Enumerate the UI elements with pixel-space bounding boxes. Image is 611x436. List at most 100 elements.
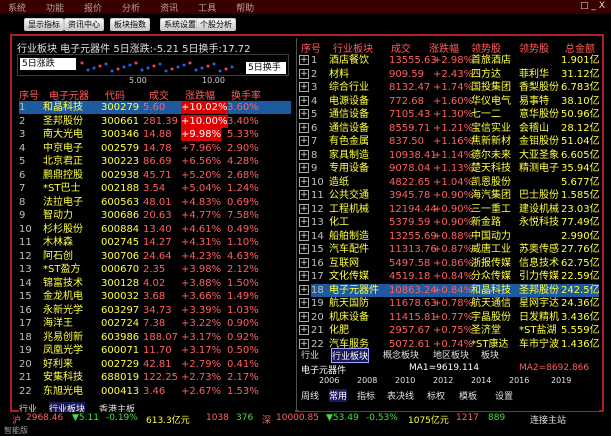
rtab-sector[interactable]: 板块 <box>481 348 499 361</box>
tab-rights[interactable]: 标权 <box>427 389 445 402</box>
expand-icon[interactable]: + <box>299 257 309 268</box>
expand-icon[interactable]: + <box>299 284 309 295</box>
expand-icon[interactable]: + <box>299 136 309 146</box>
rheader-lead2[interactable]: 领势股 <box>519 40 549 55</box>
table-row[interactable]: 7 *ST巴士 002188 3.54 +5.04% 1.24% <box>19 182 291 195</box>
table-row[interactable]: 15 汽车配件 11313.76 +0.87% 威唐工业 苏奥传感 27.76亿 <box>311 243 600 256</box>
expand-icon[interactable]: + <box>299 55 309 65</box>
tab-indicator[interactable]: 指标 <box>357 389 375 402</box>
expand-icon[interactable]: + <box>299 325 309 335</box>
table-row[interactable]: 13 *ST盈方 000670 2.35 +3.98% 2.12% <box>19 263 291 276</box>
rheader-vol[interactable]: 成交 <box>391 40 411 55</box>
table-row[interactable]: 20 机床设备 11415.81 +0.77% 宇晶股份 日发精机 3.436亿 <box>311 311 600 324</box>
table-row[interactable]: 4 电源设备 772.68 +1.60% 华仪电气 易事特 38.10亿 <box>311 95 600 108</box>
expand-icon[interactable]: + <box>299 68 309 79</box>
table-row[interactable]: 21 安集科技 688019 122.25 +2.73% 2.17% <box>19 371 291 384</box>
expand-icon[interactable]: + <box>299 203 309 214</box>
expand-icon[interactable]: + <box>299 109 309 119</box>
window-controls[interactable]: □ _ X <box>580 1 605 11</box>
table-row[interactable]: 12 阿石创 300706 24.64 +4.23% 4.63% <box>19 250 291 263</box>
rtab-industry[interactable]: 行业 <box>301 348 319 361</box>
table-row[interactable]: 2 圣邦股份 300661 281.39 +10.00% 3.40% <box>19 114 291 128</box>
tab-common[interactable]: 常用 <box>329 389 348 402</box>
rheader-chg[interactable]: 涨跌幅 <box>429 40 459 55</box>
tab-vote[interactable]: 表决线 <box>387 389 414 402</box>
menu-item[interactable]: 报价 <box>84 1 102 14</box>
table-row[interactable]: 21 化肥 2957.67 +0.75% 圣济堂 *ST盐湖 5.559亿 <box>311 324 600 337</box>
table-row[interactable]: 14 船舶制造 13255.69 +0.88% 中国动力 2.990亿 <box>311 230 600 243</box>
rheader-amt[interactable]: 总金额 <box>565 40 595 55</box>
menu-item[interactable]: 资讯 <box>160 1 178 14</box>
expand-icon[interactable]: + <box>299 271 309 281</box>
table-row[interactable]: 10 造纸 4822.65 +1.04% 凯恩股份 5.677亿 <box>311 176 600 189</box>
toolbar-button-indicator[interactable]: 显示指标 <box>24 18 64 31</box>
table-row[interactable]: 2 材料 909.59 +2.43% 四方达 菲利华 31.12亿 <box>311 68 600 81</box>
rheader-lead1[interactable]: 领势股 <box>471 40 501 55</box>
rheader-name[interactable]: 行业板块 <box>333 40 373 55</box>
table-row[interactable]: 15 金龙机电 300032 3.68 +3.66% 1.49% <box>19 290 291 303</box>
header-turnover[interactable]: 换手率 <box>231 87 261 102</box>
menu-item[interactable]: 分析 <box>122 1 140 14</box>
table-row[interactable]: 19 凤凰光学 600071 11.70 +3.17% 0.50% <box>19 344 291 357</box>
expand-icon[interactable]: + <box>299 149 309 160</box>
table-row[interactable]: 1 酒店餐饮 13555.63 +2.98% 首旅酒店 1.901亿 <box>311 54 600 67</box>
table-row[interactable]: 11 公共交通 3945.78 +0.90% 海汽集团 巴士股份 1.585亿 <box>311 189 600 202</box>
rtab-region[interactable]: 地区板块 <box>433 348 469 361</box>
tab-template[interactable]: 模板 <box>459 389 477 402</box>
table-row[interactable]: 4 中京电子 002579 14.78 +7.96% 2.90% <box>19 142 291 155</box>
table-row[interactable]: 3 综合行业 8132.47 +1.74% 国投集团 香梨股份 6.783亿 <box>311 81 600 94</box>
expand-icon[interactable]: + <box>299 230 309 241</box>
menu-item[interactable]: 帮助 <box>236 1 254 14</box>
expand-icon[interactable]: + <box>299 217 309 227</box>
tab-settings[interactable]: 设置 <box>495 389 513 402</box>
menu-item[interactable]: 工具 <box>198 1 216 14</box>
header-idx[interactable]: 序号 <box>19 87 39 102</box>
rtab-industry-sector[interactable]: 行业板块 <box>331 348 370 363</box>
table-row[interactable]: 14 锦富技术 300128 4.02 +3.88% 1.50% <box>19 277 291 290</box>
table-row[interactable]: 17 海洋王 002724 7.38 +3.22% 0.90% <box>19 317 291 330</box>
expand-icon[interactable]: + <box>299 298 309 308</box>
table-row[interactable]: 5 北京君正 300223 86.69 +6.56% 4.28% <box>19 155 291 168</box>
table-row[interactable]: 22 东旭光电 000413 3.46 +2.67% 1.53% <box>19 385 291 398</box>
expand-icon[interactable]: + <box>299 122 309 133</box>
expand-icon[interactable]: + <box>299 244 309 254</box>
table-row[interactable]: 7 有色金属 837.50 +1.16% 焦新新材 金钼股份 51.04亿 <box>311 135 600 148</box>
expand-icon[interactable]: + <box>299 176 309 187</box>
table-row[interactable]: 20 好利来 002729 42.81 +2.79% 0.41% <box>19 358 291 371</box>
connection-status[interactable]: 连接主站 <box>530 413 566 426</box>
table-row[interactable]: 9 智动力 300686 20.63 +4.77% 7.58% <box>19 209 291 222</box>
table-row[interactable]: 18 电子元器件 10863.24 +0.84% 和晶科技 圣邦股份 242.5亿 <box>311 283 600 297</box>
table-row[interactable]: 11 木林森 002745 14.27 +4.31% 1.10% <box>19 236 291 249</box>
rheader-idx[interactable]: 序号 <box>301 40 321 55</box>
expand-icon[interactable]: + <box>299 311 309 322</box>
toolbar-button-stock[interactable]: 个股分析 <box>196 18 236 31</box>
table-row[interactable]: 19 航天国防 11678.63 +0.78% 航天通信 星网宇达 24.36亿 <box>311 297 600 310</box>
header-code[interactable]: 代码 <box>105 87 125 102</box>
table-row[interactable]: 18 兆易创新 603986 188.07 +3.17% 0.92% <box>19 331 291 344</box>
table-row[interactable]: 17 文化传媒 4519.18 +0.84% 分众传媒 引力传媒 22.59亿 <box>311 270 600 283</box>
table-row[interactable]: 9 专用设备 9078.04 +1.13% 楚天科技 精测电子 35.94亿 <box>311 162 600 175</box>
header-price[interactable]: 成交 <box>149 87 169 102</box>
table-row[interactable]: 5 通信设备 7105.43 +1.30% 七一二 意华股份 50.96亿 <box>311 108 600 121</box>
expand-icon[interactable]: + <box>299 338 309 349</box>
toolbar-button-sector[interactable]: 板块指数 <box>110 18 150 31</box>
rtab-concept[interactable]: 概念板块 <box>383 348 419 361</box>
table-row[interactable]: 3 南大光电 300346 14.88 +9.98% 5.33% <box>19 128 291 141</box>
expand-icon[interactable]: + <box>299 163 309 173</box>
tab-weekly[interactable]: 周线 <box>301 389 319 402</box>
table-row[interactable]: 16 永新光学 603297 34.73 +3.39% 1.03% <box>19 304 291 317</box>
expand-icon[interactable]: + <box>299 190 309 200</box>
expand-icon[interactable]: + <box>299 95 309 106</box>
table-row[interactable]: 10 杉杉股份 600884 13.40 +4.61% 0.49% <box>19 223 291 236</box>
header-change[interactable]: 涨跌幅 <box>185 87 215 102</box>
table-row[interactable]: 8 法拉电子 600563 48.01 +4.83% 0.69% <box>19 196 291 209</box>
main-menu[interactable]: 系统 功能 报价 分析 资讯 工具 帮助 <box>8 1 254 14</box>
table-row[interactable]: 16 互联网 5497.58 +0.86% 浙报传媒 信息技术 62.75亿 <box>311 257 600 270</box>
header-name[interactable]: 电子元器 <box>49 87 89 102</box>
menu-item[interactable]: 功能 <box>46 1 64 14</box>
table-row[interactable]: 12 工程机械 12194.44 +0.90% 三一重工 建设机械 23.03亿 <box>311 203 600 216</box>
menu-item[interactable]: 系统 <box>8 1 26 14</box>
table-row[interactable]: 6 通信设备 8559.71 +1.21% 宝信实业 会稽山 28.12亿 <box>311 122 600 135</box>
expand-icon[interactable]: + <box>299 82 309 92</box>
toolbar-button-settings[interactable]: 系统设置 <box>160 18 200 31</box>
